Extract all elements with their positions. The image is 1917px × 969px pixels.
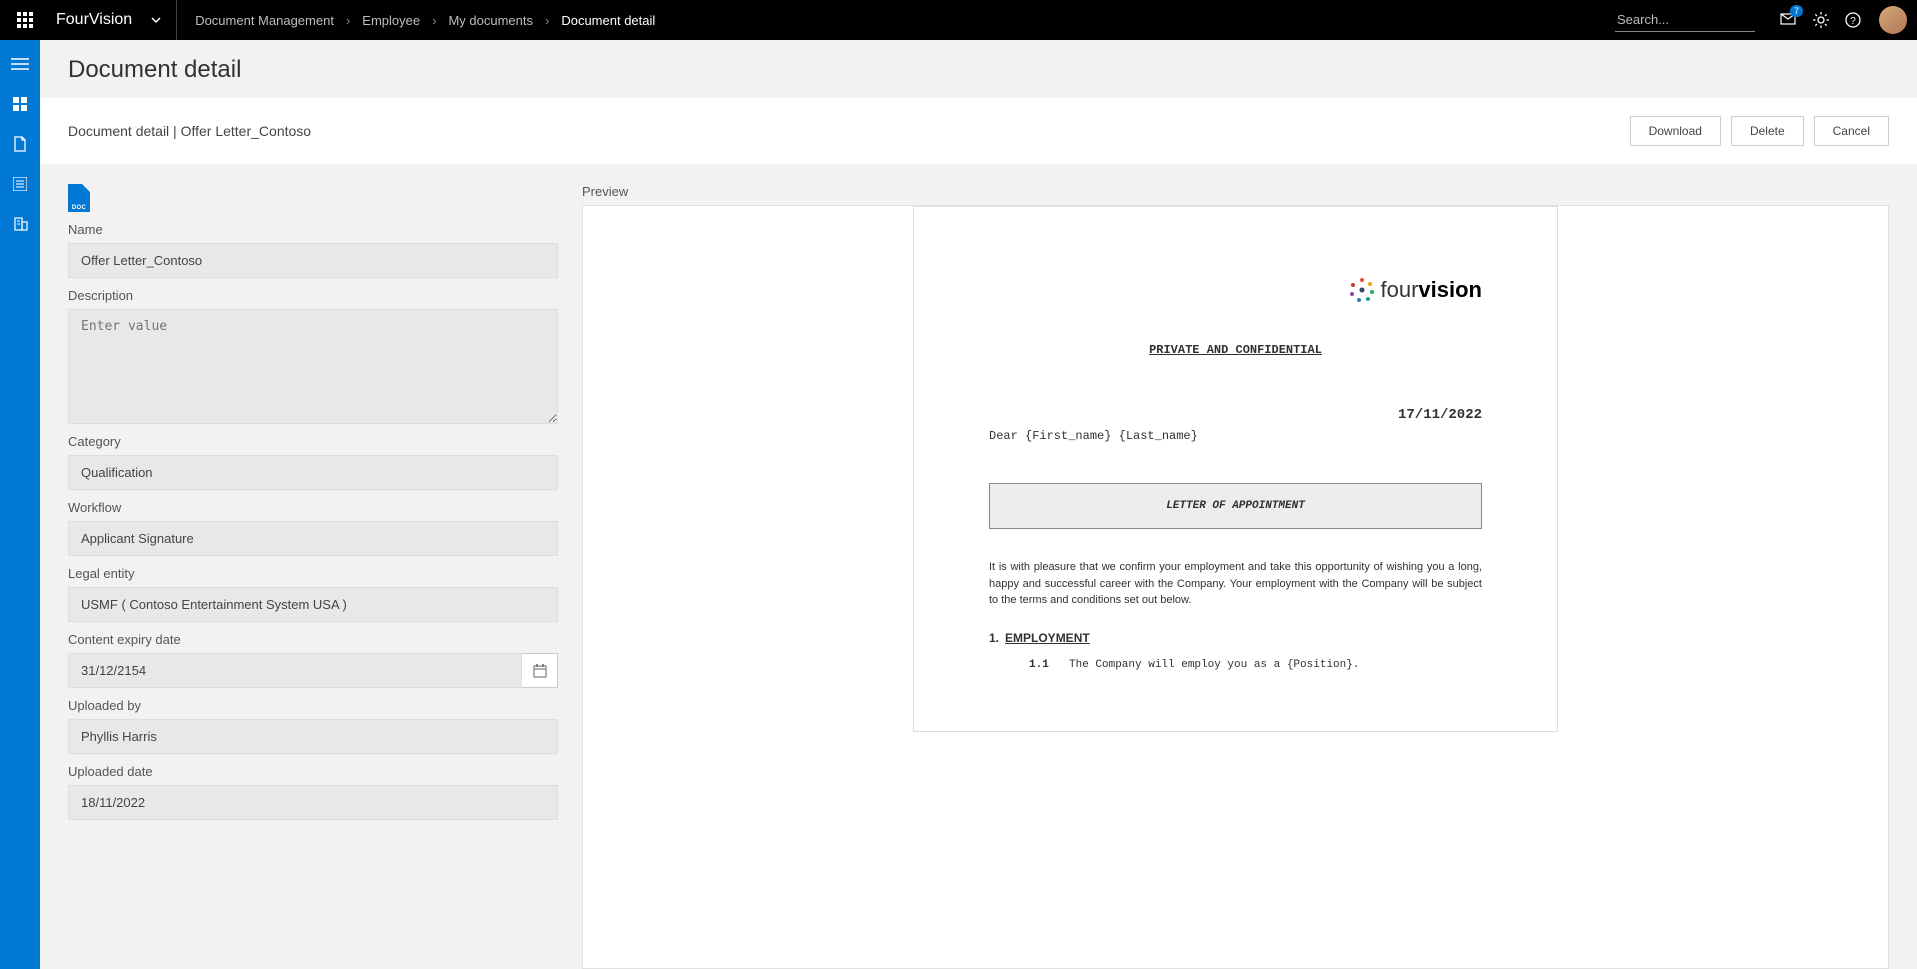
hamburger-icon: [11, 57, 29, 71]
page-title: Document detail: [68, 56, 1889, 84]
field-label-uploaded-date: Uploaded date: [68, 764, 558, 779]
user-avatar[interactable]: [1879, 6, 1907, 34]
doc-private-heading: PRIVATE AND CONFIDENTIAL: [989, 343, 1482, 357]
doc-greeting: Dear {First_name} {Last_name}: [989, 429, 1482, 443]
description-field[interactable]: [68, 309, 558, 424]
nav-documents[interactable]: [0, 124, 40, 164]
doc-logo-text: fourvision: [1381, 277, 1483, 303]
download-button[interactable]: Download: [1630, 116, 1721, 146]
brand-switcher[interactable]: FourVision: [50, 0, 177, 40]
document-icon: [14, 136, 26, 152]
org-icon: [13, 217, 28, 231]
uploaded-by-field[interactable]: [68, 719, 558, 754]
field-label-legal-entity: Legal entity: [68, 566, 558, 581]
waffle-launcher[interactable]: [0, 0, 50, 40]
uploaded-date-field[interactable]: [68, 785, 558, 820]
page-title-bar: Document detail: [40, 40, 1917, 98]
chevron-right-icon: ›: [545, 13, 549, 28]
topbar: FourVision Document Management › Employe…: [0, 0, 1917, 40]
date-picker-button[interactable]: [522, 653, 558, 688]
field-label-description: Description: [68, 288, 558, 303]
expiry-date-field[interactable]: [68, 653, 522, 688]
svg-text:?: ?: [1850, 16, 1856, 27]
preview-scroll-area[interactable]: fourvision PRIVATE AND CONFIDENTIAL 17/1…: [582, 205, 1889, 969]
nav-org[interactable]: [0, 204, 40, 244]
settings-button[interactable]: [1805, 0, 1837, 40]
help-button[interactable]: ?: [1837, 0, 1869, 40]
fourvision-mark-icon: [1349, 277, 1375, 303]
doc-appointment-box: LETTER OF APPOINTMENT: [989, 483, 1482, 529]
main-content: Document detail Document detail | Offer …: [40, 40, 1917, 969]
field-label-workflow: Workflow: [68, 500, 558, 515]
preview-label: Preview: [582, 184, 1889, 199]
chevron-right-icon: ›: [346, 13, 350, 28]
delete-button[interactable]: Delete: [1731, 116, 1804, 146]
list-icon: [13, 177, 27, 191]
subheader-bar: Document detail | Offer Letter_Contoso D…: [40, 98, 1917, 164]
nav-collapse-toggle[interactable]: [0, 44, 40, 84]
field-label-uploaded-by: Uploaded by: [68, 698, 558, 713]
breadcrumb-item-current: Document detail: [557, 13, 659, 28]
gear-icon: [1813, 12, 1829, 28]
doc-section-heading: 1.EMPLOYMENT: [989, 631, 1482, 645]
breadcrumb-item[interactable]: Document Management: [191, 13, 338, 28]
help-icon: ?: [1845, 12, 1861, 28]
breadcrumb-item[interactable]: My documents: [444, 13, 537, 28]
document-page: fourvision PRIVATE AND CONFIDENTIAL 17/1…: [913, 206, 1558, 732]
legal-entity-field[interactable]: [68, 587, 558, 622]
breadcrumb: Document Management › Employee › My docu…: [191, 13, 659, 28]
subheader-text: Document detail | Offer Letter_Contoso: [68, 123, 311, 139]
doc-date: 17/11/2022: [989, 407, 1482, 423]
chevron-right-icon: ›: [432, 13, 436, 28]
field-label-name: Name: [68, 222, 558, 237]
category-field[interactable]: [68, 455, 558, 490]
doc-logo: fourvision: [989, 277, 1482, 303]
field-label-category: Category: [68, 434, 558, 449]
workflow-field[interactable]: [68, 521, 558, 556]
doc-file-icon: DOC: [68, 184, 90, 212]
calendar-icon: [533, 664, 547, 678]
field-label-expiry: Content expiry date: [68, 632, 558, 647]
notification-badge: 7: [1790, 5, 1803, 17]
nav-list[interactable]: [0, 164, 40, 204]
search-container: [1615, 8, 1755, 32]
cancel-button[interactable]: Cancel: [1814, 116, 1889, 146]
chevron-down-icon: [150, 14, 162, 26]
search-input[interactable]: [1615, 8, 1755, 31]
doc-intro-paragraph: It is with pleasure that we confirm your…: [989, 559, 1482, 609]
left-nav-rail: [0, 40, 40, 969]
tiles-icon: [13, 97, 27, 111]
details-form: DOC Name Description Category Workflow L…: [68, 184, 558, 969]
doc-clause: 1.1 The Company will employ you as a {Po…: [989, 659, 1482, 671]
brand-name: FourVision: [56, 11, 132, 29]
name-field[interactable]: [68, 243, 558, 278]
nav-home[interactable]: [0, 84, 40, 124]
waffle-icon: [17, 12, 33, 28]
messages-button[interactable]: 7: [1773, 0, 1805, 40]
breadcrumb-item[interactable]: Employee: [358, 13, 424, 28]
preview-column: Preview fourvision PRIVATE AND CONFIDENT…: [582, 184, 1889, 969]
